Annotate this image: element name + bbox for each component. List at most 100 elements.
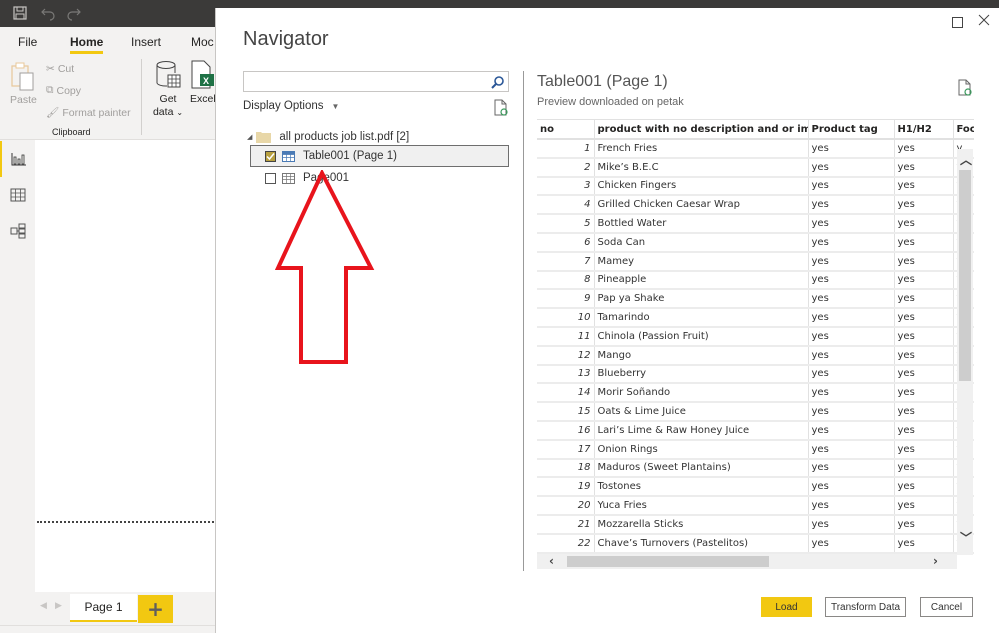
table-row: 5Bottled Wateryesyesy (537, 214, 974, 234)
table-cell: yes (894, 326, 954, 347)
model-view-button[interactable] (0, 213, 35, 249)
table-cell: yes (894, 514, 954, 535)
table-cell: yes (808, 251, 895, 272)
model-view-icon (10, 223, 25, 239)
preview-title: Table001 (Page 1) (537, 73, 668, 90)
table-cell: yes (894, 496, 954, 516)
expand-triangle-icon[interactable]: ◢ (247, 133, 252, 141)
dialog-title: Navigator (243, 28, 329, 50)
next-page-icon[interactable]: ▶ (55, 601, 62, 611)
ribbon-separator (141, 59, 142, 135)
table-cell: yes (894, 308, 954, 328)
prev-page-icon[interactable]: ◀ (40, 601, 47, 611)
tab-modeling[interactable]: Moc (191, 35, 214, 49)
table-cell: Yuca Fries (594, 496, 809, 516)
preview-refresh-icon[interactable] (958, 79, 972, 96)
table-cell: Chinola (Passion Fruit) (594, 326, 809, 347)
transform-data-button[interactable]: Transform Data (825, 597, 906, 617)
table-cell: yes (808, 326, 895, 347)
display-options-label: Display Options (243, 100, 324, 112)
column-header[interactable]: Focu (953, 120, 974, 140)
report-view-button[interactable] (0, 141, 35, 177)
pane-divider[interactable] (523, 71, 524, 571)
page-tab[interactable]: Page 1 (70, 594, 137, 622)
table-row: 7Mameyyesyesy (537, 251, 974, 272)
redo-icon[interactable] (66, 5, 82, 21)
table-cell: Mamey (594, 251, 809, 272)
search-input[interactable] (244, 72, 484, 91)
table-cell: 12 (537, 345, 595, 366)
table-cell: yes (808, 402, 895, 422)
cancel-button[interactable]: Cancel (920, 597, 973, 617)
page-boundary-line (37, 521, 217, 523)
checkbox-checked[interactable] (265, 150, 276, 162)
tree-item-table001[interactable]: Table001 (Page 1) (250, 145, 509, 167)
table-cell: yes (808, 533, 895, 554)
table-cell: yes (894, 270, 954, 291)
save-icon[interactable] (12, 5, 28, 21)
scroll-right-icon[interactable]: › (933, 554, 938, 568)
annotation-arrow-icon (275, 170, 375, 364)
scroll-down-icon[interactable]: ﹀ (960, 529, 972, 546)
table-cell: Lari’s Lime & Raw Honey Juice (594, 420, 809, 441)
scroll-left-icon[interactable]: ‹ (549, 554, 554, 568)
table-row: 2Mike’s B.E.Cyesyesy (537, 157, 974, 178)
vertical-scrollbar[interactable]: ︿ ﹀ (957, 149, 973, 555)
excel-label: Excel (190, 93, 215, 105)
table-cell: 16 (537, 420, 595, 441)
page-tabs-bar: ◀ ▶ Page 1 + (35, 592, 215, 625)
table-cell: yes (894, 477, 954, 498)
table-cell: 13 (537, 364, 595, 385)
table-cell: yes (894, 251, 954, 272)
data-view-icon (10, 188, 25, 202)
display-options-dropdown[interactable]: Display Options ▼ (243, 100, 339, 112)
scroll-up-icon[interactable]: ︿ (960, 151, 972, 168)
refresh-icon[interactable] (494, 99, 508, 116)
table-cell: yes (894, 402, 954, 422)
close-button[interactable] (977, 13, 991, 27)
column-header[interactable]: no (537, 120, 595, 140)
table-cell: Pineapple (594, 270, 809, 291)
report-canvas[interactable] (35, 140, 217, 595)
table-cell: 4 (537, 195, 595, 216)
table-cell: yes (808, 308, 895, 328)
table-row: 6Soda Canyesyesy (537, 232, 974, 253)
table-row: 1French Friesyesyesy (537, 139, 974, 159)
horizontal-scroll-thumb[interactable] (567, 556, 769, 567)
paste-label: Paste (10, 94, 37, 106)
cut-button[interactable]: ✂ Cut (46, 63, 74, 75)
undo-icon[interactable] (40, 5, 56, 21)
table-cell: 8 (537, 270, 595, 291)
get-data-label: Get data ⌄ (152, 93, 184, 118)
format-painter-button[interactable]: 🖌 Format painter (46, 106, 131, 120)
search-box[interactable] (243, 71, 509, 92)
column-header[interactable]: product with no description and or image (594, 120, 809, 140)
get-data-button[interactable]: Get data ⌄ (150, 60, 186, 122)
horizontal-scrollbar[interactable]: ‹ › (537, 554, 957, 569)
table-row: 8Pineappleyesyesy (537, 270, 974, 291)
table-cell: yes (808, 345, 895, 366)
data-view-button[interactable] (0, 177, 35, 213)
table-cell: 3 (537, 176, 595, 197)
table-row: 3Chicken Fingersyesyesy (537, 176, 974, 197)
paste-button[interactable]: Paste (10, 62, 38, 122)
table-cell: yes (808, 176, 895, 197)
table-cell: Blueberry (594, 364, 809, 385)
search-icon[interactable] (491, 75, 505, 89)
tab-insert[interactable]: Insert (131, 35, 161, 49)
table-row: 15Oats & Lime Juiceyesyesy (537, 402, 974, 422)
tab-file[interactable]: File (18, 35, 37, 49)
add-page-button[interactable]: + (138, 595, 173, 623)
maximize-button[interactable] (950, 15, 964, 29)
excel-button[interactable]: X Excel (190, 60, 215, 122)
column-header[interactable]: H1/H2 (894, 120, 954, 140)
load-button[interactable]: Load (761, 597, 812, 617)
table-cell: 14 (537, 383, 595, 404)
copy-button[interactable]: ⧉ Copy (46, 84, 81, 97)
table-cell: 15 (537, 402, 595, 422)
vertical-scroll-thumb[interactable] (959, 170, 971, 381)
table-cell: yes (808, 214, 895, 234)
tab-home[interactable]: Home (70, 35, 104, 54)
excel-icon: X (191, 60, 214, 89)
column-header[interactable]: Product tag (808, 120, 895, 140)
